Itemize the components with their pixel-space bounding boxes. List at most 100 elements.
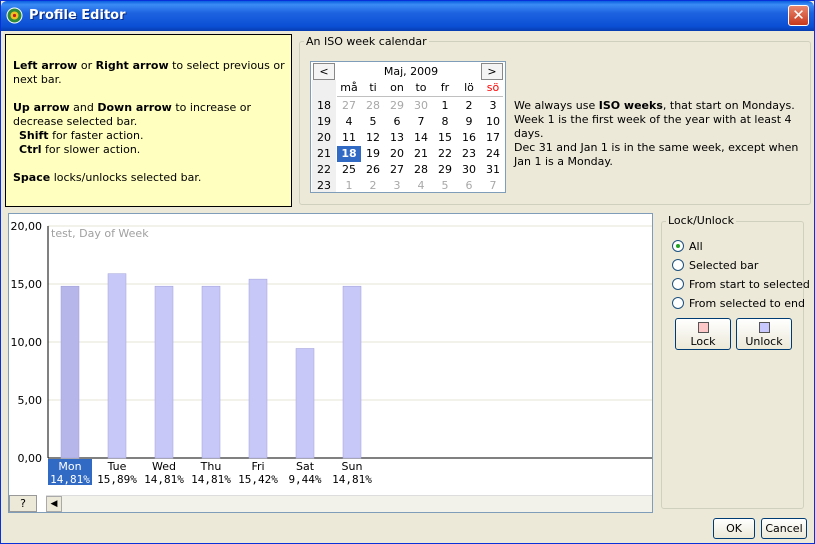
calendar-day[interactable]: 18 [337, 146, 361, 162]
calendar-week-row: 21 18 19 20 21 22 23 24 [312, 146, 506, 162]
calendar-day[interactable]: 1 [337, 178, 361, 194]
lock-swatch-icon [697, 322, 709, 333]
calendar-header: < Maj, 2009 > [313, 63, 503, 80]
calendar-next-button[interactable]: > [481, 63, 503, 80]
calendar-day[interactable]: 6 [457, 178, 481, 194]
calendar-day[interactable]: 10 [481, 114, 505, 130]
calendar-day[interactable]: 2 [457, 98, 481, 114]
radio-all-indicator[interactable] [672, 240, 684, 252]
chart-bar[interactable] [154, 285, 174, 459]
calendar-day-header: on [390, 81, 404, 94]
profile-editor-window: Profile Editor ✕ Left arrow or Right arr… [0, 0, 815, 544]
calendar-day[interactable]: 25 [337, 162, 361, 178]
calendar-day[interactable]: 16 [457, 130, 481, 146]
chart-bar[interactable] [248, 278, 268, 459]
calendar-day[interactable]: 13 [385, 130, 409, 146]
calendar-day[interactable]: 21 [409, 146, 433, 162]
calendar-week-number: 22 [317, 163, 331, 176]
calendar-week-row: 23 1 2 3 4 5 6 7 [312, 178, 506, 194]
help-arrows-ud: Up arrow and Down arrow to increase or d… [13, 101, 252, 156]
calendar-day[interactable]: 26 [361, 162, 385, 178]
calendar-day[interactable]: 30 [457, 162, 481, 178]
calendar-day[interactable]: 5 [433, 178, 457, 194]
calendar-day[interactable]: 28 [361, 98, 385, 114]
unlock-button[interactable]: Unlock [736, 318, 792, 350]
calendar-day-header: sö [486, 81, 500, 94]
iso-week-explanation: We always use ISO weeks, that start on M… [514, 99, 799, 168]
x-category-label: Tue [107, 460, 127, 473]
calendar-day[interactable]: 17 [481, 130, 505, 146]
calendar-day-header: to [415, 81, 427, 94]
chart-title: test, Day of Week [51, 227, 149, 240]
radio-selected-bar-indicator[interactable] [672, 259, 684, 271]
calendar-day[interactable]: 7 [481, 178, 505, 194]
y-tick-label: 20,00 [11, 220, 43, 233]
calendar-day[interactable]: 4 [337, 114, 361, 130]
calendar-day[interactable]: 28 [409, 162, 433, 178]
ok-button[interactable]: OK [713, 518, 755, 539]
bar-percent-label: 14,81% [50, 473, 90, 486]
calendar-day[interactable]: 3 [481, 98, 505, 114]
bar-percent-label: 15,42% [238, 473, 278, 486]
calendar-day[interactable]: 6 [385, 114, 409, 130]
calendar-day[interactable]: 14 [409, 130, 433, 146]
calendar-prev-button[interactable]: < [313, 63, 335, 80]
iso-week-calendar[interactable]: < Maj, 2009 > må ti on to fr lö sö 18 27 28 29 30 1 2… [310, 61, 506, 193]
calendar-day[interactable]: 3 [385, 178, 409, 194]
calendar-day[interactable]: 20 [385, 146, 409, 162]
chart-bar[interactable] [107, 273, 127, 459]
chart-horizontal-scrollbar[interactable]: ◀ [46, 495, 652, 512]
chart-bar[interactable] [201, 285, 221, 459]
radio-start-to-selected-label: From start to selected [689, 278, 810, 291]
radio-all-label: All [689, 240, 703, 253]
window-title: Profile Editor [29, 8, 126, 23]
calendar-week-row: 22 25 26 27 28 29 30 31 [312, 162, 506, 178]
calendar-day[interactable]: 11 [337, 130, 361, 146]
calendar-day-header: må [340, 81, 358, 94]
calendar-day[interactable]: 4 [409, 178, 433, 194]
calendar-day[interactable]: 7 [409, 114, 433, 130]
calendar-header-divider [337, 96, 503, 97]
radio-start-to-selected-indicator[interactable] [672, 278, 684, 290]
calendar-day[interactable]: 15 [433, 130, 457, 146]
profile-chart[interactable]: 0,00 5,00 10,00 15,00 20,00 test, Day of Week… [8, 213, 653, 513]
calendar-day[interactable]: 2 [361, 178, 385, 194]
calendar-day[interactable]: 5 [361, 114, 385, 130]
calendar-day[interactable]: 8 [433, 114, 457, 130]
x-category-label: Mon [58, 460, 81, 473]
calendar-day[interactable]: 19 [361, 146, 385, 162]
calendar-week-number: 19 [317, 115, 331, 128]
calendar-day[interactable]: 12 [361, 130, 385, 146]
calendar-day[interactable]: 9 [457, 114, 481, 130]
chart-bar[interactable] [295, 348, 315, 459]
calendar-day[interactable]: 22 [433, 146, 457, 162]
close-button[interactable]: ✕ [788, 5, 809, 26]
calendar-day-header-row: må ti on to fr lö sö [312, 80, 506, 96]
chart-bar[interactable] [60, 285, 80, 459]
calendar-day[interactable]: 1 [433, 98, 457, 114]
calendar-day[interactable]: 27 [337, 98, 361, 114]
calendar-day[interactable]: 29 [433, 162, 457, 178]
calendar-day[interactable]: 30 [409, 98, 433, 114]
calendar-day[interactable]: 31 [481, 162, 505, 178]
help-button[interactable]: ? [9, 495, 37, 512]
cancel-button[interactable]: Cancel [761, 518, 807, 539]
y-tick-label: 5,00 [18, 394, 43, 407]
lock-button-label: Lock [690, 335, 716, 348]
calendar-day[interactable]: 24 [481, 146, 505, 162]
radio-selected-to-end-indicator[interactable] [672, 297, 684, 309]
title-bar[interactable]: Profile Editor ✕ [1, 1, 814, 31]
calendar-day[interactable]: 29 [385, 98, 409, 114]
bar-percent-label: 14,81% [332, 473, 372, 486]
scroll-left-icon[interactable]: ◀ [46, 496, 62, 512]
calendar-day[interactable]: 23 [457, 146, 481, 162]
chart-bar[interactable] [342, 285, 362, 459]
bar-chart-svg[interactable]: 0,00 5,00 10,00 15,00 20,00 test, Day of Week… [9, 214, 653, 513]
bar-percent-label: 14,81% [191, 473, 231, 486]
lock-unlock-legend: Lock/Unlock [666, 214, 737, 227]
y-tick-label: 15,00 [11, 278, 43, 291]
lock-button[interactable]: Lock [675, 318, 731, 350]
help-panel: Left arrow or Right arrow to select prev… [5, 34, 292, 207]
calendar-day[interactable]: 27 [385, 162, 409, 178]
x-category-label: Sun [342, 460, 363, 473]
